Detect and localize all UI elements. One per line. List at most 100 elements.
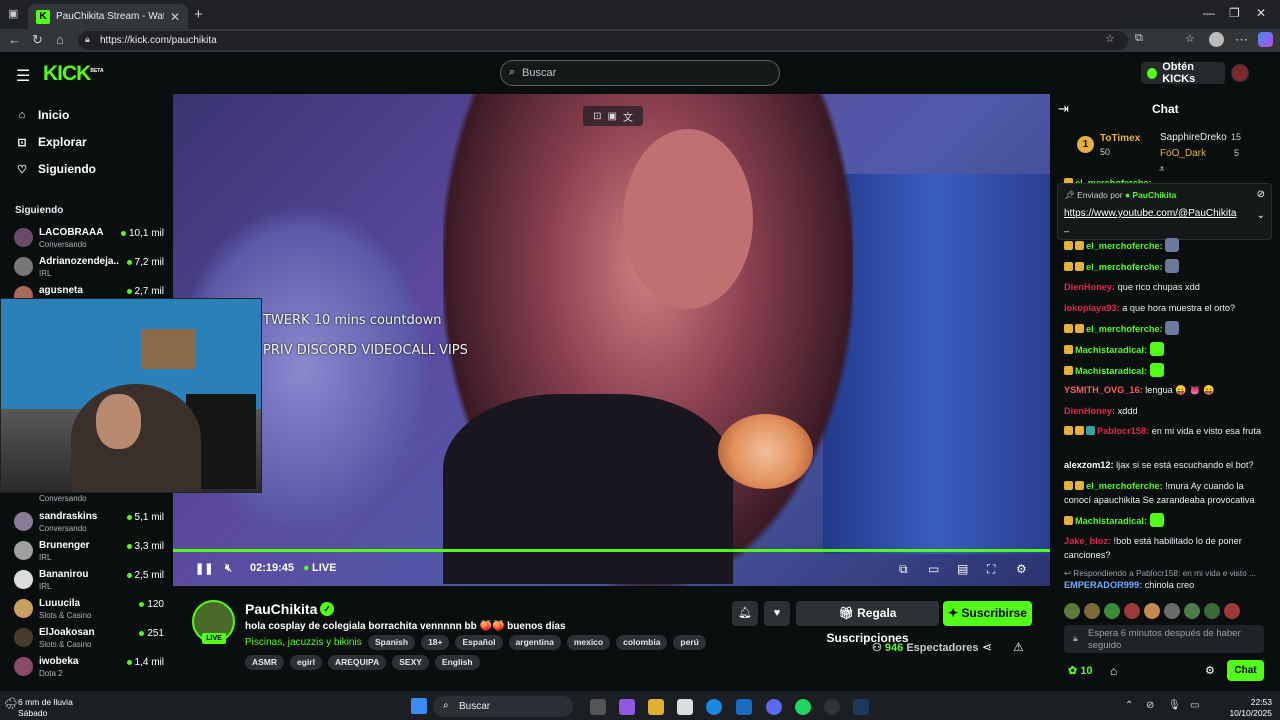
pinned-link[interactable]: https://www.youtube.com/@PauChikita — [1064, 208, 1236, 219]
report-warning-icon[interactable]: ⚠ — [1013, 640, 1024, 654]
send-chat-button[interactable]: Chat — [1227, 660, 1264, 681]
minimize-icon[interactable]: — — [1203, 6, 1215, 20]
tag[interactable]: AREQUIPA — [327, 655, 387, 670]
home-browser-icon[interactable]: ⌂ — [56, 32, 64, 47]
channel-points[interactable]: ✿ 10 — [1068, 664, 1093, 677]
emote-icon[interactable] — [1084, 603, 1100, 619]
clip-icon[interactable]: ▣ — [607, 111, 616, 122]
chat-username[interactable]: EMPERADOR999: — [1064, 580, 1142, 590]
translate-icon[interactable]: 文 — [623, 109, 633, 124]
maximize-icon[interactable]: ❐ — [1229, 6, 1240, 20]
extensions-icon[interactable]: ⧉ — [1135, 32, 1143, 45]
favorite-star-icon[interactable]: ☆ — [1105, 32, 1115, 45]
emote-icon[interactable] — [1104, 603, 1120, 619]
get-kicks-button[interactable]: Obtén KICKs — [1141, 61, 1225, 85]
browser-tab[interactable]: K PauChikita Stream - Watch Live o... ✕ — [28, 4, 188, 29]
store-app-icon[interactable] — [677, 699, 693, 715]
chat-username[interactable]: lokoplaya93: — [1064, 303, 1120, 313]
search-input[interactable]: Buscar — [500, 60, 780, 86]
pip-icon[interactable]: ⧉ — [899, 562, 908, 577]
theater-mode-icon[interactable]: ▭ — [928, 562, 939, 576]
sidebar-nav-siguiendo[interactable]: ♡ Siguiendo — [16, 162, 96, 176]
copilot-app-icon[interactable] — [619, 699, 635, 715]
video-player[interactable]: TWERK 10 mins countdown PRIV DISCORD VID… — [173, 94, 1050, 586]
mute-icon[interactable]: 🔇︎ — [225, 562, 232, 575]
chat-username[interactable]: Jake_bloz: — [1064, 536, 1111, 546]
spotify-icon[interactable] — [795, 699, 811, 715]
following-item[interactable]: agusneta 2,7 mil — [14, 283, 164, 305]
tag[interactable]: 18+ — [421, 635, 450, 650]
close-tab-icon[interactable]: ✕ — [170, 10, 180, 24]
following-item[interactable]: Conversando — [14, 493, 164, 506]
outlook-icon[interactable] — [736, 699, 752, 715]
fullscreen-icon[interactable]: ⛶ — [987, 562, 995, 577]
following-item[interactable]: LACOBRAAA Conversando 10,1 mil — [14, 225, 164, 254]
chat-username[interactable]: Machistaradical: — [1075, 366, 1147, 376]
following-item[interactable]: Luuucila Slots & Casino 120 — [14, 596, 164, 625]
follow-button[interactable]: ♥ — [764, 601, 790, 626]
tag[interactable]: mexico — [566, 635, 611, 650]
emote-icon[interactable] — [1124, 603, 1140, 619]
emote-icon[interactable] — [1204, 603, 1220, 619]
obs-icon[interactable] — [824, 699, 840, 715]
unpin-icon[interactable]: ⊘ — [1257, 189, 1265, 200]
file-explorer-icon[interactable] — [648, 699, 664, 715]
chat-username[interactable]: DienHoney: — [1064, 282, 1115, 292]
mini-player-icon[interactable]: ▤ — [957, 562, 968, 576]
tray-chevron-icon[interactable]: ⌃ — [1125, 700, 1133, 711]
close-window-icon[interactable]: ✕ — [1256, 6, 1266, 20]
tag[interactable]: ASMR — [245, 655, 285, 670]
tag[interactable]: perú — [673, 635, 706, 650]
network-icon[interactable]: ⊘ — [1146, 700, 1154, 711]
discord-icon[interactable] — [766, 699, 782, 715]
chat-username[interactable]: el_merchoferche: — [1086, 324, 1163, 334]
tag[interactable]: SEXY — [392, 655, 429, 670]
stream-category[interactable]: Piscinas, jacuzzis y bikinis — [245, 637, 362, 648]
system-clock[interactable]: 22:53 10/10/2025 — [1222, 697, 1272, 719]
following-item[interactable]: ElJoakosan Slots & Casino 251 — [14, 625, 164, 654]
tab-actions-icon[interactable]: ▣ — [8, 7, 18, 20]
emote-icon[interactable] — [1144, 603, 1160, 619]
following-item[interactable]: sandraskins Conversando 5,1 mil — [14, 509, 164, 538]
theater-icon[interactable]: ⊡ — [593, 111, 601, 122]
gift-subs-button[interactable]: 🎁︎ Regala Suscripciones — [796, 601, 939, 645]
refresh-icon[interactable]: ↻ — [32, 32, 43, 48]
user-avatar[interactable] — [1231, 64, 1249, 82]
chat-username[interactable]: el_merchoferche: — [1086, 262, 1163, 272]
video-top-controls[interactable]: ⊡ ▣ 文 — [583, 106, 643, 126]
tag[interactable]: colombia — [616, 635, 668, 650]
task-view-icon[interactable] — [590, 699, 606, 715]
weather-widget[interactable]: 6 mm de lluvia Sábado — [18, 697, 73, 719]
collapse-chat-icon[interactable]: ⇥ — [1058, 101, 1069, 117]
microphone-icon[interactable]: 🎙︎ — [1168, 700, 1181, 711]
hamburger-menu-icon[interactable]: ☰ — [16, 66, 30, 86]
chat-username[interactable]: DienHoney: — [1064, 406, 1115, 416]
chat-username[interactable]: Pablocr158: — [1097, 426, 1149, 436]
display-icon[interactable]: ▭ — [1190, 700, 1199, 711]
tag[interactable]: argentina — [508, 635, 561, 650]
leaderboard-expand-icon[interactable]: ⩡ — [1159, 164, 1165, 175]
url-field[interactable]: https://kick.com/pauchikita — [78, 31, 1128, 50]
following-item[interactable]: Bananirou IRL 2,5 mil — [14, 567, 164, 596]
chat-username[interactable]: el_merchoferche: — [1086, 481, 1163, 491]
more-menu-icon[interactable]: ⋯ — [1235, 32, 1248, 48]
following-item[interactable]: Adrianozendeja... IRL 7,2 mil — [14, 254, 164, 283]
copilot-icon[interactable] — [1258, 32, 1273, 47]
chat-username[interactable]: Machistaradical: — [1075, 516, 1147, 526]
taskbar-search[interactable]: Buscar — [433, 696, 573, 717]
chat-input[interactable]: Espera 6 minutos después de haber seguid… — [1064, 625, 1264, 653]
following-item[interactable]: iwobeka Dota 2 1,4 mil — [14, 654, 164, 683]
following-item[interactable]: Brunenger IRL 3,3 mil — [14, 538, 164, 567]
subscribe-button[interactable]: ✦ Suscribirse — [943, 601, 1032, 626]
tag[interactable]: English — [434, 655, 480, 670]
emote-icon[interactable] — [1224, 603, 1240, 619]
tag[interactable]: Spanish — [368, 635, 416, 650]
profile-icon[interactable] — [1209, 32, 1224, 47]
tag[interactable]: Español — [455, 635, 503, 650]
notification-bell-button[interactable]: 🔔︎ — [732, 601, 758, 626]
chat-settings-gear-icon[interactable]: ⚙ — [1205, 664, 1215, 677]
chat-username[interactable]: el_merchoferche: — [1086, 241, 1163, 251]
kick-logo[interactable]: KICKBETA — [43, 62, 104, 86]
new-tab-icon[interactable]: + — [194, 6, 203, 23]
windows-start-icon[interactable] — [411, 698, 427, 714]
